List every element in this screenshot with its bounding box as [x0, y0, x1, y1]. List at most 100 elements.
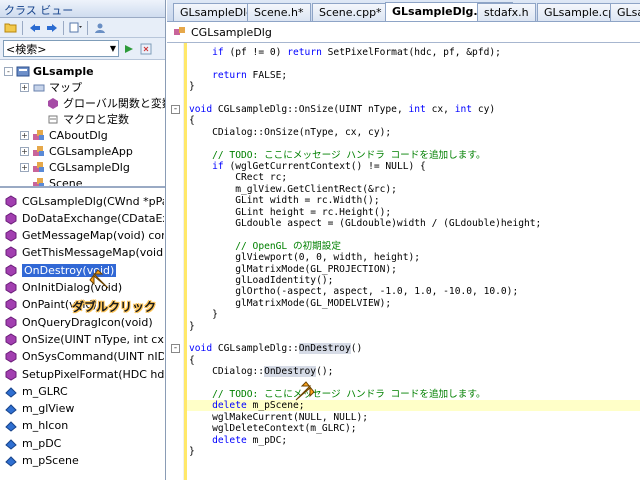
method-icon [4, 281, 18, 294]
member-item[interactable]: m_GLRC [4, 383, 164, 399]
code-line[interactable]: } [189, 446, 195, 457]
code-line[interactable]: // OpenGL の初期設定 [189, 241, 341, 252]
member-item[interactable]: OnSysCommand(UINT nID, [4, 349, 164, 365]
member-item[interactable]: SetupPixelFormat(HDC hdc) [4, 366, 164, 382]
tree-item[interactable]: Scene [20, 175, 83, 188]
code-line[interactable]: glMatrixMode(GL_PROJECTION); [189, 264, 397, 275]
class-view-panel: クラス ビュー <検索> ▼ - GLsample + マップグローバル関数と変… [0, 0, 166, 480]
code-line[interactable]: m_glView.GetClientRect(&rc); [189, 184, 397, 195]
editor-gutter: -- [167, 43, 184, 480]
code-line[interactable]: void CGLsampleDlg::OnSize(UINT nType, in… [189, 104, 495, 115]
code-line[interactable]: void CGLsampleDlg::OnDestroy() [189, 343, 362, 355]
expand-icon[interactable]: + [20, 130, 29, 140]
document-tab[interactable]: GLsample [610, 3, 640, 21]
method-icon [4, 264, 18, 277]
document-tab[interactable]: Scene.cpp* [312, 3, 389, 21]
code-line[interactable]: wglMakeCurrent(NULL, NULL); [189, 412, 368, 423]
member-item-label: m_pDC [22, 436, 62, 450]
toolbar-separator [22, 20, 23, 35]
pointer-arrow-icon [89, 269, 109, 289]
code-line[interactable]: // TODO: ここにメッセージ ハンドラ コードを追加します。 [189, 389, 485, 400]
member-item[interactable]: m_glView [4, 401, 164, 417]
code-line[interactable]: } [189, 321, 195, 332]
member-item[interactable]: m_pDC [4, 435, 164, 451]
code-line[interactable]: glViewport(0, 0, width, height); [189, 252, 420, 263]
code-line[interactable]: // TODO: ここにメッセージ ハンドラ コードを追加します。 [189, 150, 485, 161]
class-icon [174, 27, 185, 35]
document-tab[interactable]: Scene.h* [247, 3, 311, 21]
tree-item[interactable]: グローバル関数と変数 [34, 95, 165, 111]
tree-item-label: マクロと定数 [63, 113, 129, 126]
tree-item[interactable]: マクロと定数 [34, 111, 129, 127]
toolbar-separator [63, 20, 64, 35]
class-view-title: クラス ビュー [0, 0, 165, 18]
code-line[interactable]: GLint height = rc.Height(); [189, 207, 391, 218]
code-line[interactable]: CRect rc; [189, 172, 287, 183]
class-icon [32, 129, 46, 142]
code-line[interactable]: glOrtho(-aspect, aspect, -1.0, 1.0, -10.… [189, 286, 518, 297]
field-icon [4, 419, 18, 433]
code-line[interactable]: return FALSE; [189, 70, 287, 81]
search-combo[interactable]: <検索> ▼ [3, 40, 119, 57]
user-icon[interactable] [92, 20, 107, 35]
method-icon [4, 367, 18, 381]
expand-icon[interactable]: + [20, 82, 29, 92]
field-icon [4, 454, 18, 467]
member-item[interactable]: CGLsampleDlg(CWnd *pPar [4, 193, 164, 209]
code-line[interactable]: delete m_pScene; [189, 400, 304, 411]
code-line[interactable]: } [189, 309, 218, 320]
fold-icon[interactable]: - [171, 344, 180, 354]
method-icon [4, 212, 18, 225]
code-line[interactable]: glLoadIdentity(); [189, 275, 333, 286]
document-tab[interactable]: stdafx.h [477, 3, 536, 21]
code-line[interactable]: CDialog::OnSize(nType, cx, cy); [189, 127, 391, 138]
member-item[interactable]: m_pScene [4, 453, 164, 469]
tree-item[interactable]: + マップ [20, 79, 82, 95]
tree-item[interactable]: + CGLsampleDlg [20, 159, 130, 175]
forward-arrow-icon[interactable] [44, 20, 59, 35]
member-item[interactable]: GetThisMessageMap(void) [4, 245, 164, 261]
new-folder-icon[interactable] [3, 20, 18, 35]
member-item[interactable]: DoDataExchange(CDataExc [4, 210, 164, 226]
code-line[interactable]: GLint width = rc.Width(); [189, 195, 379, 206]
member-item[interactable]: m_hIcon [4, 418, 164, 434]
back-arrow-icon[interactable] [27, 20, 42, 35]
code-line[interactable]: if (wglGetCurrentContext() != NULL) { [189, 161, 426, 172]
code-line[interactable]: GLdouble aspect = (GLdouble)width / (GLd… [189, 218, 541, 229]
code-editor[interactable]: -- if (pf != 0) return SetPixelFormat(hd… [167, 43, 640, 480]
member-item[interactable]: OnQueryDragIcon(void) [4, 314, 164, 330]
search-go-icon[interactable] [121, 41, 136, 56]
code-line[interactable]: delete m_pDC; [189, 435, 287, 446]
nav-class-name[interactable]: CGLsampleDlg [191, 26, 272, 39]
code-line[interactable]: { [189, 355, 195, 366]
method-icon [4, 229, 18, 242]
member-item[interactable]: OnInitDialog(void) [4, 280, 164, 296]
method-icon [4, 298, 18, 311]
member-item[interactable]: OnSize(UINT nType, int cx, [4, 331, 164, 347]
member-item[interactable]: GetMessageMap(void) const [4, 228, 164, 244]
code-line[interactable]: glMatrixMode(GL_MODELVIEW); [189, 298, 391, 309]
collapse-icon[interactable]: - [4, 66, 13, 76]
search-clear-icon[interactable] [138, 41, 153, 56]
code-line[interactable]: if (pf != 0) return SetPixelFormat(hdc, … [189, 47, 501, 58]
tree-item-label: Scene [49, 176, 83, 188]
code-line[interactable]: wglDeleteContext(m_GLRC); [189, 423, 356, 434]
map-folder-icon [32, 81, 46, 94]
settings-dropdown-icon[interactable] [68, 20, 83, 35]
search-combo-text: <検索> [6, 42, 47, 56]
code-line[interactable]: { [189, 115, 195, 126]
fold-icon[interactable]: - [171, 105, 180, 114]
member-item-label: GetMessageMap(void) const [22, 229, 164, 243]
expand-icon[interactable]: + [20, 146, 29, 156]
tree-item[interactable]: - GLsample [4, 63, 94, 79]
method-icon [4, 194, 18, 208]
method-icon [4, 316, 18, 329]
tree-item[interactable]: + CAboutDlg [20, 127, 108, 143]
code-line[interactable]: } [189, 81, 195, 92]
expand-icon[interactable]: + [20, 162, 29, 172]
field-icon [4, 437, 18, 450]
member-item[interactable]: OnDestroy(void) [4, 262, 164, 278]
tree-item[interactable]: + CGLsampleApp [20, 143, 133, 159]
member-list: CGLsampleDlg(CWnd *pPar DoDataExchange(CD… [0, 191, 165, 480]
code-line[interactable]: CDialog::OnDestroy(); [189, 366, 333, 378]
